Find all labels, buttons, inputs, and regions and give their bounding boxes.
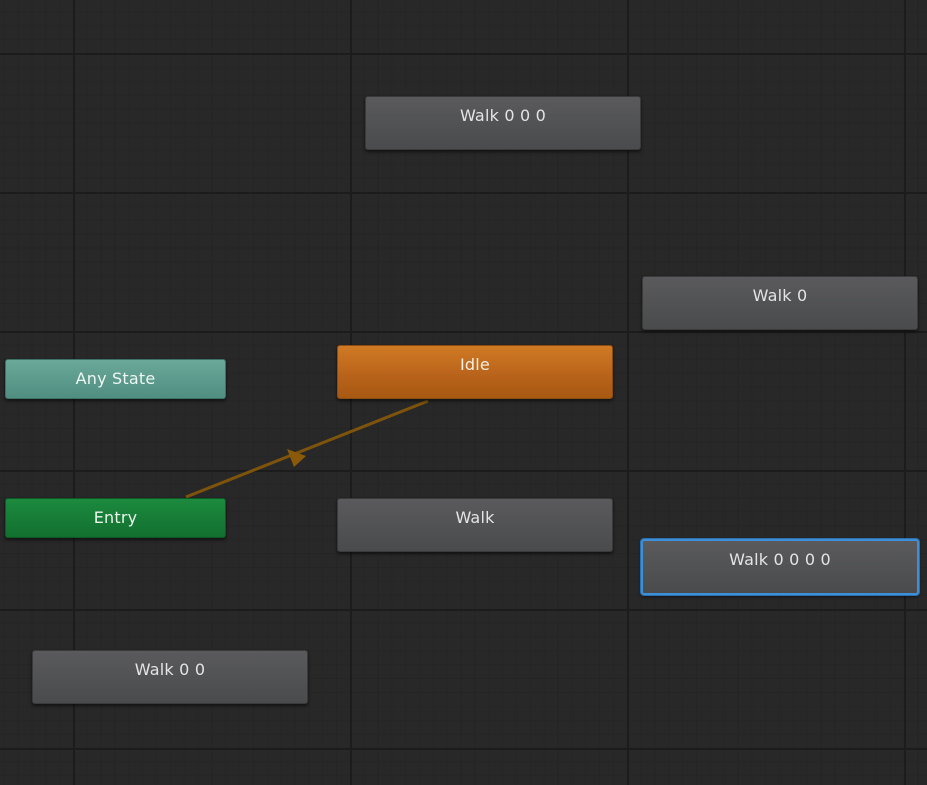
state-label: Walk 0 0 0 bbox=[459, 106, 547, 125]
state-node-walk-0-0-0-0[interactable]: Walk 0 0 0 0 bbox=[641, 539, 919, 595]
any-state-node[interactable]: Any State bbox=[5, 359, 226, 399]
state-node-walk-0[interactable]: Walk 0 bbox=[642, 276, 918, 330]
transition-entry-to-idle[interactable] bbox=[185, 399, 429, 499]
state-node-idle-default[interactable]: Idle bbox=[337, 345, 613, 399]
state-node-walk-0-0-0[interactable]: Walk 0 0 0 bbox=[365, 96, 641, 150]
state-label: Walk bbox=[455, 508, 495, 527]
state-node-walk[interactable]: Walk bbox=[337, 498, 613, 552]
state-label: Walk 0 0 bbox=[134, 660, 206, 679]
entry-node[interactable]: Entry bbox=[5, 498, 226, 538]
state-label: Walk 0 0 0 0 bbox=[729, 550, 831, 569]
animator-graph-canvas[interactable]: Walk 0 0 0 Walk 0 Any State Idle Entry W… bbox=[0, 0, 927, 785]
state-label: Entry bbox=[93, 508, 138, 527]
transition-arrow-icon bbox=[287, 449, 306, 467]
state-label: Any State bbox=[75, 369, 156, 388]
state-label: Idle bbox=[460, 355, 490, 374]
state-label: Walk 0 bbox=[752, 286, 808, 305]
state-node-walk-0-0[interactable]: Walk 0 0 bbox=[32, 650, 308, 704]
